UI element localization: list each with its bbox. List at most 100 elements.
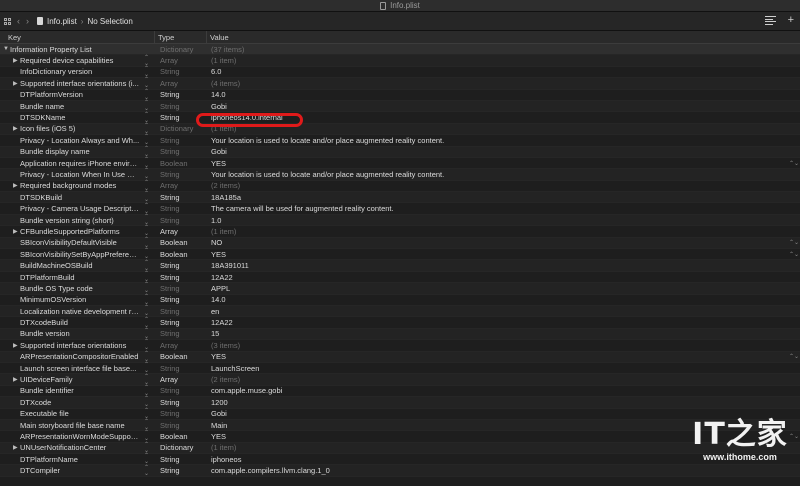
disclosure-triangle-icon[interactable]: ▼ (3, 46, 9, 52)
row-value[interactable]: 12A22 (211, 273, 233, 282)
row-value[interactable]: Your location is used to locate and/or p… (211, 170, 444, 179)
row-value[interactable]: (1 item) (211, 443, 236, 452)
row-value[interactable]: Main (211, 421, 227, 430)
table-row[interactable]: Main storyboard file base name ⌃ ⌄ String Ma… (0, 419, 800, 432)
row-value[interactable]: (1 item) (211, 56, 236, 65)
row-type[interactable]: String (160, 273, 180, 282)
breadcrumb-file[interactable]: Info.plist (47, 17, 77, 26)
table-row[interactable]: Bundle name ⌃ ⌄ String Gobi (0, 100, 800, 113)
table-row[interactable]: Bundle OS Type code ⌃ ⌄ String APPL (0, 282, 800, 295)
row-key[interactable]: CFBundleSupportedPlatforms (20, 227, 140, 236)
row-key[interactable]: Supported interface orientations (20, 341, 140, 350)
row-type[interactable]: Boolean (160, 250, 188, 259)
key-stepper-icon[interactable]: ⌃ ⌄ (144, 339, 149, 351)
row-value[interactable]: Your location is used to locate and/or p… (211, 136, 444, 145)
row-key[interactable]: Bundle version (20, 329, 140, 338)
table-row[interactable]: DTPlatformName ⌃ ⌄ String iphoneos (0, 453, 800, 466)
row-type[interactable]: String (160, 90, 180, 99)
row-key[interactable]: Privacy - Camera Usage Description (20, 204, 140, 213)
row-key[interactable]: DTPlatformBuild (20, 273, 140, 282)
value-stepper-icon[interactable]: ⌃⌄ (789, 251, 799, 258)
row-type[interactable]: Boolean (160, 432, 188, 441)
related-items-icon[interactable] (4, 17, 11, 25)
row-key[interactable]: DTCompiler (20, 466, 140, 475)
row-value[interactable]: com.apple.compilers.llvm.clang.1_0 (211, 466, 330, 475)
row-type[interactable]: String (160, 204, 180, 213)
row-key[interactable]: UIDeviceFamily (20, 375, 140, 384)
row-key[interactable]: SBIconVisibilitySetByAppPreference (20, 250, 140, 259)
key-stepper-icon[interactable]: ⌃ ⌄ (144, 260, 149, 272)
row-value[interactable]: 12A22 (211, 318, 233, 327)
key-stepper-icon[interactable]: ⌃ ⌄ (144, 112, 149, 124)
table-row[interactable]: Executable file ⌃ ⌄ String Gobi (0, 408, 800, 420)
row-type[interactable]: Dictionary (160, 124, 193, 133)
key-stepper-icon[interactable]: ⌃ ⌄ (144, 317, 149, 329)
row-value[interactable]: (2 items) (211, 375, 240, 384)
row-type[interactable]: Array (160, 227, 178, 236)
key-stepper-icon[interactable]: ⌃ ⌄ (144, 374, 149, 386)
row-type[interactable]: String (160, 318, 180, 327)
table-row[interactable]: DTPlatformBuild ⌃ ⌄ String 12A22 (0, 271, 800, 284)
row-value[interactable]: YES (211, 250, 226, 259)
key-stepper-icon[interactable]: ⌃ ⌄ (144, 77, 149, 89)
key-stepper-icon[interactable]: ⌃ ⌄ (144, 168, 149, 180)
row-key[interactable]: ARPresentationWornModeSupport... (20, 432, 140, 441)
key-stepper-icon[interactable]: ⌃ ⌄ (144, 191, 149, 203)
row-key[interactable]: DTXcode (20, 398, 140, 407)
row-type[interactable]: Array (160, 181, 178, 190)
row-value[interactable]: (1 item) (211, 227, 236, 236)
row-value[interactable]: NO (211, 238, 222, 247)
row-type[interactable]: String (160, 284, 180, 293)
row-value[interactable]: YES (211, 432, 226, 441)
row-type[interactable]: String (160, 364, 180, 373)
row-key[interactable]: Information Property List (10, 45, 150, 54)
value-stepper-icon[interactable]: ⌃⌄ (789, 160, 799, 167)
row-type[interactable]: String (160, 136, 180, 145)
row-key[interactable]: Required device capabilities (20, 56, 140, 65)
column-value-header[interactable]: Value (210, 33, 229, 42)
row-value[interactable]: LaunchScreen (211, 364, 259, 373)
table-row[interactable]: Privacy - Location When In Use Us... ⌃ ⌄ St… (0, 168, 800, 181)
row-value[interactable]: 14.0 (211, 90, 226, 99)
row-type[interactable]: String (160, 216, 180, 225)
disclosure-triangle-icon[interactable]: ▶ (13, 342, 18, 349)
row-type[interactable]: String (160, 386, 180, 395)
row-value[interactable]: APPL (211, 284, 230, 293)
table-row[interactable]: ▶ Required background modes ⌃ ⌄ Array (2 item… (0, 180, 800, 193)
row-value[interactable]: (3 items) (211, 341, 240, 350)
key-stepper-icon[interactable]: ⌃ ⌄ (144, 294, 149, 306)
row-value[interactable]: 18A391011 (211, 261, 249, 270)
row-type[interactable]: String (160, 193, 180, 202)
key-stepper-icon[interactable]: ⌃ ⌄ (144, 225, 149, 237)
row-key[interactable]: Executable file (20, 409, 140, 418)
key-stepper-icon[interactable]: ⌃ ⌄ (144, 248, 149, 260)
row-type[interactable]: String (160, 421, 180, 430)
row-type[interactable]: Dictionary (160, 443, 193, 452)
forward-arrow-icon[interactable]: › (26, 16, 29, 26)
table-row[interactable]: Bundle version ⌃ ⌄ String 15 (0, 328, 800, 341)
row-value[interactable]: The camera will be used for augmented re… (211, 204, 394, 213)
back-arrow-icon[interactable]: ‹ (17, 16, 20, 26)
editor-options-icon[interactable] (765, 15, 776, 26)
row-type[interactable]: String (160, 170, 180, 179)
table-row[interactable]: ▼ Information Property List Dictionary (37 … (0, 44, 800, 56)
row-value[interactable]: 6.0 (211, 67, 221, 76)
row-type[interactable]: String (160, 329, 180, 338)
key-stepper-icon[interactable]: ⌃ ⌄ (144, 89, 149, 101)
key-stepper-icon[interactable]: ⌃ ⌄ (144, 351, 149, 363)
row-type[interactable]: String (160, 466, 180, 475)
row-type[interactable]: String (160, 261, 180, 270)
row-type[interactable]: String (160, 398, 180, 407)
table-row[interactable]: DTSDKBuild ⌃ ⌄ String 18A185a (0, 191, 800, 204)
table-row[interactable]: Bundle identifier ⌃ ⌄ String com.apple.muse.… (0, 385, 800, 398)
key-stepper-icon[interactable]: ⌃ ⌄ (144, 430, 149, 442)
table-row[interactable]: ▶ CFBundleSupportedPlatforms ⌃ ⌄ Array (1 ite… (0, 225, 800, 238)
add-editor-icon[interactable]: + (788, 14, 794, 26)
row-type[interactable]: String (160, 307, 180, 316)
row-key[interactable]: Bundle display name (20, 147, 140, 156)
table-row[interactable]: ▶ Required device capabilities ⌃ ⌄ Array (1 i… (0, 55, 800, 67)
row-key[interactable]: ARPresentationCompositorEnabled (20, 352, 140, 361)
table-row[interactable]: BuildMachineOSBuild ⌃ ⌄ String 18A391011 (0, 260, 800, 272)
row-type[interactable]: String (160, 102, 180, 111)
column-key-header[interactable]: Key (8, 33, 21, 42)
